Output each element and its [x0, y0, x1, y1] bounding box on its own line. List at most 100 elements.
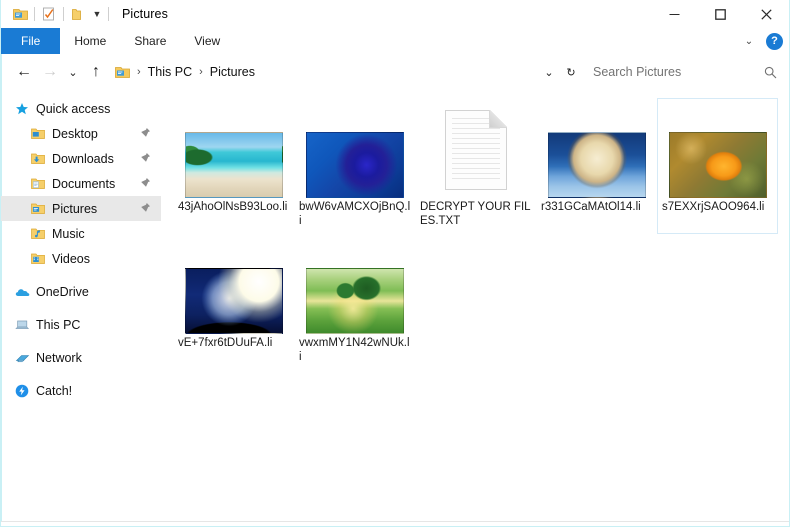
thumbnail-wrap [176, 102, 291, 200]
sidebar-label: OneDrive [36, 284, 89, 299]
sidebar-item-network[interactable]: Network [1, 345, 161, 370]
address-right-controls: ⌄ ↻ Search Pictures [539, 59, 783, 85]
sidebar-label: Downloads [52, 151, 114, 166]
chevron-down-icon[interactable]: ⌄ [740, 36, 758, 47]
file-item[interactable]: r331GCaMAtOl14.li [536, 98, 657, 234]
sidebar-label: Network [36, 350, 82, 365]
file-name: 43jAhoOlNsB93Loo.li [178, 201, 288, 213]
sidebar-item-documents[interactable]: Documents [1, 171, 161, 196]
thumbnail-wrap [660, 102, 775, 200]
sidebar-item-this-pc[interactable]: This PC [1, 312, 161, 337]
thumbnail-wrap [418, 102, 533, 200]
folder-videos-icon [31, 252, 49, 265]
sidebar-label: Videos [52, 251, 90, 266]
minimize-button[interactable] [651, 0, 697, 28]
catch-icon [15, 384, 33, 398]
sidebar-item-music[interactable]: Music [1, 221, 161, 246]
refresh-button[interactable]: ↻ [561, 59, 581, 85]
sidebar-item-downloads[interactable]: Downloads [1, 146, 161, 171]
qat-separator-2 [63, 7, 64, 21]
sidebar-gap-3 [1, 337, 161, 345]
thumbnail-wrap [297, 102, 412, 200]
help-button[interactable]: ? [766, 32, 783, 50]
computer-icon [15, 319, 33, 331]
sidebar-item-pictures[interactable]: Pictures [1, 196, 161, 221]
tab-view[interactable]: View [180, 28, 234, 54]
image-thumbnail [184, 268, 283, 334]
folder-music-icon [31, 227, 49, 240]
image-thumbnail [547, 132, 646, 198]
forward-button: → [42, 63, 58, 80]
qat-separator-3 [108, 7, 109, 21]
sidebar-gap-2 [1, 304, 161, 312]
sidebar-gap-4 [1, 370, 161, 378]
pin-icon[interactable] [140, 177, 151, 191]
new-folder-icon[interactable] [67, 3, 89, 25]
folder-documents-icon [31, 177, 49, 190]
qat-dropdown-chevron[interactable]: ▼ [89, 3, 105, 25]
star-icon [15, 102, 33, 116]
file-name: DECRYPT YOUR FILES.TXT [420, 201, 531, 227]
breadcrumb-separator-2: › [199, 66, 203, 78]
image-thumbnail [668, 132, 767, 198]
file-name: r331GCaMAtOl14.li [541, 201, 641, 213]
sidebar-item-desktop[interactable]: Desktop [1, 121, 161, 146]
title-bar: ▼ Pictures [1, 0, 789, 28]
pin-icon[interactable] [140, 127, 151, 141]
folder-downloads-icon [31, 152, 49, 165]
thumbnail-wrap [176, 238, 291, 336]
file-item[interactable]: 43jAhoOlNsB93Loo.li [173, 98, 294, 234]
pin-icon[interactable] [140, 152, 151, 166]
quick-access-toolbar: ▼ [9, 3, 112, 25]
back-button[interactable]: ← [11, 59, 37, 85]
sidebar-label: Quick access [36, 101, 111, 116]
sidebar-label: Desktop [52, 126, 98, 141]
file-item[interactable]: vwxmMY1N42wNUk.li [294, 234, 415, 370]
file-name: vwxmMY1N42wNUk.li [299, 337, 410, 363]
text-file-icon [444, 110, 507, 190]
breadcrumb-this-pc[interactable]: This PC [148, 65, 192, 79]
tab-file[interactable]: File [1, 28, 61, 54]
search-placeholder: Search Pictures [593, 65, 682, 79]
thumbnail-wrap [539, 102, 654, 200]
file-item[interactable]: s7EXXrjSAOO964.li [657, 98, 778, 234]
search-input[interactable]: Search Pictures [583, 60, 783, 84]
file-item[interactable]: bwW6vAMCXOjBnQ.li [294, 98, 415, 234]
sidebar-item-onedrive[interactable]: OneDrive [1, 279, 161, 304]
file-explorer-window: ▼ Pictures File Home Share View ⌄ ? ← → … [0, 0, 790, 527]
file-item[interactable]: vE+7fxr6tDUuFA.li [173, 234, 294, 370]
file-list-pane[interactable]: 43jAhoOlNsB93Loo.li bwW6vAMCXOjBnQ.li DE… [161, 90, 789, 521]
qat-separator-1 [34, 7, 35, 21]
file-name: bwW6vAMCXOjBnQ.li [299, 201, 411, 227]
file-name: vE+7fxr6tDUuFA.li [178, 337, 273, 349]
sidebar-label: Pictures [52, 201, 98, 216]
breadcrumb-folder-icon [115, 65, 130, 79]
close-button[interactable] [743, 0, 789, 28]
window-controls [651, 0, 789, 28]
recent-locations-button[interactable]: ⌄ [63, 59, 83, 85]
navigation-pane: Quick access Desktop Downloads Documents… [1, 90, 161, 521]
sidebar-label: Catch! [36, 383, 73, 398]
file-item[interactable]: DECRYPT YOUR FILES.TXT [415, 98, 536, 234]
sidebar-item-quick-access[interactable]: Quick access [1, 96, 161, 121]
explorer-icon[interactable] [9, 3, 31, 25]
search-icon [764, 66, 777, 79]
status-bar: 7 items [1, 521, 789, 526]
breadcrumb[interactable]: › This PC › Pictures [115, 60, 539, 84]
properties-icon[interactable] [38, 3, 60, 25]
file-grid: 43jAhoOlNsB93Loo.li bwW6vAMCXOjBnQ.li DE… [173, 98, 785, 370]
breadcrumb-pictures[interactable]: Pictures [210, 65, 255, 79]
network-icon [15, 352, 33, 364]
maximize-button[interactable] [697, 0, 743, 28]
image-thumbnail [184, 132, 283, 198]
address-dropdown-button[interactable]: ⌄ [539, 59, 559, 85]
tab-share[interactable]: Share [120, 28, 180, 54]
file-name: s7EXXrjSAOO964.li [662, 201, 765, 213]
up-button[interactable]: ↑ [83, 59, 109, 85]
tab-home[interactable]: Home [60, 28, 120, 54]
sidebar-item-catch[interactable]: Catch! [1, 378, 161, 403]
sidebar-label: This PC [36, 317, 81, 332]
image-thumbnail [305, 268, 404, 334]
sidebar-item-videos[interactable]: Videos [1, 246, 161, 271]
pin-icon[interactable] [140, 202, 151, 216]
